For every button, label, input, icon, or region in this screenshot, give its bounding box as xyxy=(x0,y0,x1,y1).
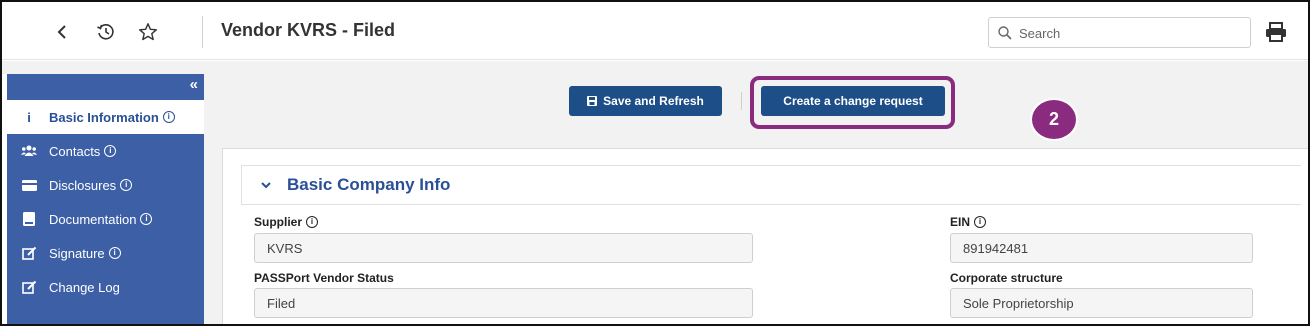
info-icon: i xyxy=(27,109,31,125)
top-bar: Vendor KVRS - Filed xyxy=(2,2,1308,60)
sidebar-item-label: Basic Information xyxy=(49,109,159,125)
ein-label-text: EIN xyxy=(950,215,971,229)
sidebar-item-label: Documentation xyxy=(49,211,137,227)
save-icon xyxy=(587,96,598,106)
star-icon[interactable] xyxy=(136,20,160,44)
vendor-status-label: PASSPort Vendor Status xyxy=(254,271,394,285)
book-icon xyxy=(21,211,37,227)
app-window: Vendor KVRS - Filed « i Basic Informatio… xyxy=(0,0,1310,326)
info-circle-icon[interactable]: i xyxy=(104,145,117,157)
save-and-refresh-button[interactable]: Save and Refresh xyxy=(569,86,722,116)
basic-info-card: Basic Company Info Supplier i EIN i PASS… xyxy=(222,148,1308,324)
back-icon[interactable] xyxy=(50,20,74,44)
step-number-callout: 2 xyxy=(1030,98,1078,141)
search-box[interactable] xyxy=(988,17,1251,48)
page-title: Vendor KVRS - Filed xyxy=(221,20,396,40)
sidebar-item-disclosures[interactable]: Disclosures i xyxy=(7,168,204,202)
toolbar-divider xyxy=(741,92,742,110)
sidebar-item-signature[interactable]: Signature i xyxy=(7,236,204,270)
info-circle-icon[interactable]: i xyxy=(162,111,175,123)
info-circle-icon[interactable]: i xyxy=(108,247,121,259)
header-divider xyxy=(202,16,203,48)
sidebar-item-documentation[interactable]: Documentation i xyxy=(7,202,204,236)
search-input[interactable] xyxy=(1019,23,1239,43)
ein-label: EIN i xyxy=(950,215,987,229)
chevron-down-icon[interactable] xyxy=(259,178,273,192)
edit-icon xyxy=(21,245,37,261)
sidebar: « i Basic Information i Contacts i Discl… xyxy=(7,74,204,324)
users-icon xyxy=(21,143,37,159)
corporate-structure-field[interactable] xyxy=(950,288,1253,318)
info-circle-icon[interactable]: i xyxy=(306,216,319,228)
sidebar-item-change-log[interactable]: Change Log xyxy=(7,270,204,304)
sidebar-item-label: Signature xyxy=(49,245,105,261)
info-circle-icon[interactable]: i xyxy=(120,179,133,191)
history-icon[interactable] xyxy=(94,20,118,44)
edit-icon xyxy=(21,279,37,295)
supplier-label-text: Supplier xyxy=(254,215,303,229)
vendor-status-field[interactable] xyxy=(254,288,753,318)
ein-field[interactable] xyxy=(950,233,1253,263)
search-icon xyxy=(998,26,1012,40)
card-icon xyxy=(21,177,37,193)
sidebar-item-label: Change Log xyxy=(49,279,120,295)
sidebar-item-contacts[interactable]: Contacts i xyxy=(7,134,204,168)
create-change-request-button[interactable]: Create a change request xyxy=(761,86,945,116)
supplier-label: Supplier i xyxy=(254,215,319,229)
sidebar-item-label: Disclosures xyxy=(49,177,117,193)
info-circle-icon[interactable]: i xyxy=(974,216,987,228)
info-circle-icon[interactable]: i xyxy=(140,213,153,225)
corporate-structure-label: Corporate structure xyxy=(950,271,1063,285)
sidebar-item-label: Contacts xyxy=(49,143,101,159)
section-title: Basic Company Info xyxy=(287,175,451,194)
section-header[interactable]: Basic Company Info xyxy=(241,165,1301,205)
collapse-sidebar-icon[interactable]: « xyxy=(190,76,198,93)
main-content: Save and Refresh Create a change request… xyxy=(204,74,1308,324)
sidebar-item-basic-information[interactable]: i Basic Information i xyxy=(7,100,204,134)
print-icon[interactable] xyxy=(1265,22,1287,42)
save-button-label: Save and Refresh xyxy=(603,94,704,108)
header-spacer xyxy=(2,61,1308,74)
supplier-field[interactable] xyxy=(254,233,753,263)
